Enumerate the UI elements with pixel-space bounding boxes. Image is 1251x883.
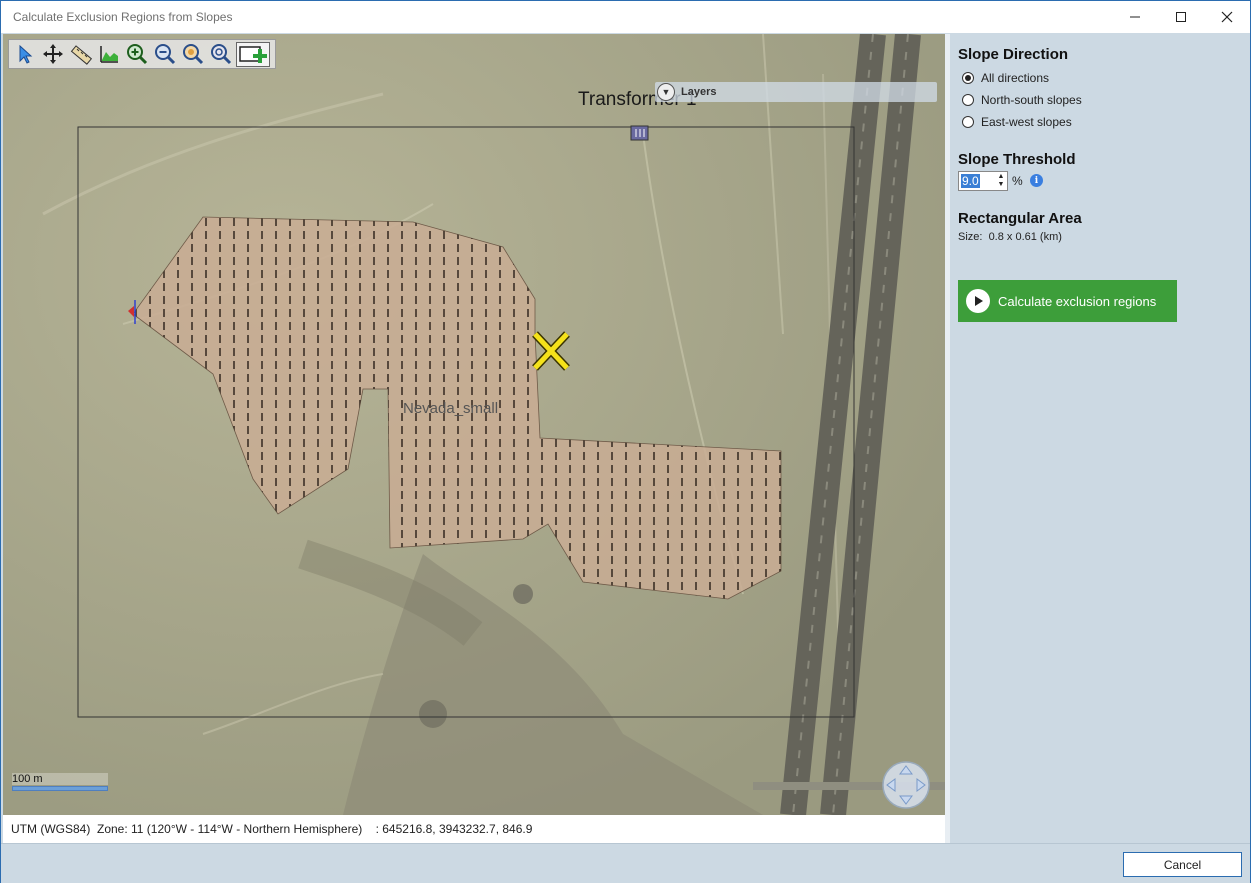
- dialog-footer: Cancel: [1, 843, 1250, 883]
- chevron-down-icon[interactable]: ▼: [657, 83, 675, 101]
- spin-arrows-icon[interactable]: ▲ ▼: [996, 173, 1006, 189]
- dialog-window: Calculate Exclusion Regions from Slopes: [0, 0, 1251, 883]
- calculate-exclusion-button[interactable]: Calculate exclusion regions: [958, 280, 1177, 322]
- radio-east-west-slopes[interactable]: East-west slopes: [962, 115, 1072, 129]
- close-icon: [1221, 11, 1233, 23]
- region-label: Nevada_small: [403, 400, 499, 417]
- ruler-icon: [70, 45, 92, 65]
- radio-label: East-west slopes: [981, 115, 1072, 129]
- radio-label: All directions: [981, 71, 1050, 85]
- zoom-extent-icon: [182, 44, 203, 65]
- close-button[interactable]: [1204, 1, 1250, 33]
- play-icon: [966, 289, 990, 313]
- zoom-selection-icon: [210, 44, 231, 65]
- calculate-button-label: Calculate exclusion regions: [998, 293, 1157, 309]
- layers-panel-toggle[interactable]: ▼ Layers: [655, 82, 937, 102]
- scale-bar: 100 m: [12, 773, 108, 791]
- pointer-icon: [19, 44, 32, 64]
- radio-all-directions[interactable]: All directions: [962, 71, 1049, 85]
- minimize-icon: [1130, 16, 1140, 18]
- pan-icon: [42, 44, 63, 64]
- radio-selected-indicator[interactable]: [962, 72, 974, 84]
- map-toolbar: [8, 39, 276, 69]
- maximize-button[interactable]: [1158, 1, 1204, 33]
- maximize-icon: [1176, 12, 1186, 22]
- zoom-out-tool[interactable]: [152, 42, 177, 67]
- zoom-in-tool[interactable]: [124, 42, 149, 67]
- radio-north-south-slopes[interactable]: North-south slopes: [962, 93, 1082, 107]
- radio-indicator[interactable]: [962, 94, 974, 106]
- pan-tool[interactable]: [40, 42, 65, 67]
- zoom-extent-tool[interactable]: [180, 42, 205, 67]
- rectangular-area-title: Rectangular Area: [958, 210, 1082, 227]
- elevation-profile-icon: [99, 46, 118, 63]
- threshold-unit: %: [1012, 174, 1023, 188]
- transformer-icon[interactable]: [630, 125, 649, 141]
- slope-threshold-title: Slope Threshold: [958, 151, 1076, 168]
- elevation-profile-tool[interactable]: [96, 42, 121, 67]
- slope-threshold-input[interactable]: 9.0 ▲ ▼: [958, 171, 1008, 191]
- scale-line: [12, 786, 108, 791]
- scale-label: 100 m: [12, 773, 108, 785]
- slope-direction-title: Slope Direction: [958, 46, 1069, 63]
- radio-label: North-south slopes: [981, 93, 1082, 107]
- zoom-selection-tool[interactable]: [208, 42, 233, 67]
- satellite-imagery: [3, 34, 945, 815]
- navigation-wheel-icon[interactable]: [881, 760, 931, 810]
- title-bar: Calculate Exclusion Regions from Slopes: [1, 1, 1250, 33]
- info-icon[interactable]: i: [1030, 174, 1043, 187]
- add-rectangle-tool[interactable]: [236, 41, 270, 67]
- zoom-out-icon: [154, 44, 175, 65]
- pointer-tool[interactable]: [12, 42, 37, 67]
- radio-indicator[interactable]: [962, 116, 974, 128]
- settings-panel: Slope Direction All directions North-sou…: [950, 34, 1250, 843]
- window-title: Calculate Exclusion Regions from Slopes: [13, 10, 233, 24]
- add-rectangle-icon: [239, 46, 267, 63]
- layers-label: Layers: [681, 86, 717, 98]
- minimize-button[interactable]: [1112, 1, 1158, 33]
- status-bar: UTM (WGS84) Zone: 11 (120°W - 114°W - No…: [3, 815, 945, 843]
- map-view[interactable]: Transformer 1 ▼ Layers Nevada_small 100 …: [3, 34, 945, 815]
- measure-tool[interactable]: [68, 42, 93, 67]
- slope-threshold-value[interactable]: 9.0: [961, 174, 980, 188]
- cancel-button[interactable]: Cancel: [1123, 852, 1242, 877]
- area-size-text: Size: 0.8 x 0.61 (km): [958, 231, 1062, 243]
- coordinates-readout: UTM (WGS84) Zone: 11 (120°W - 114°W - No…: [11, 822, 533, 836]
- zoom-in-icon: [126, 44, 147, 65]
